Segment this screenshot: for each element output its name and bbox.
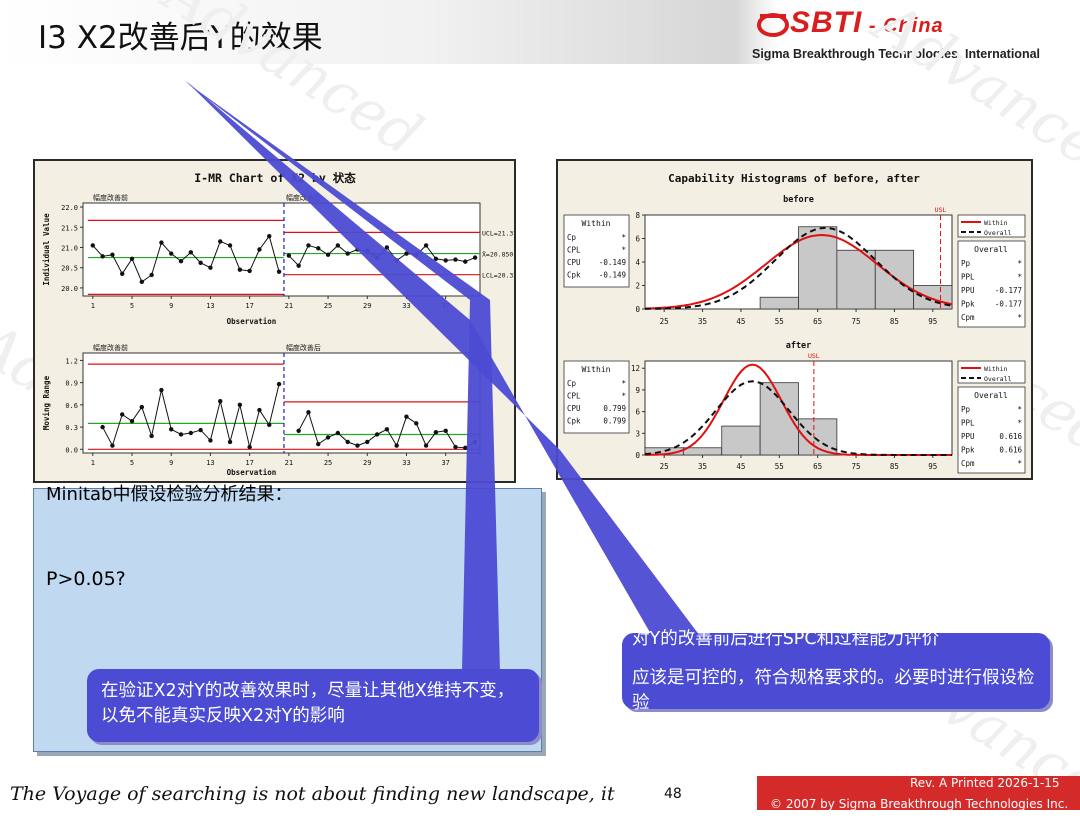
callout-right-title: 对Y的改善前后进行SPC和过程能力评价 xyxy=(632,629,940,649)
revision-text: Rev. A Printed 2026-1-15 xyxy=(910,776,1060,790)
footer-tagline: The Voyage of searching is not about fin… xyxy=(10,783,620,805)
copyright-text: © 2007 by Sigma Breakthrough Technologie… xyxy=(770,797,1069,811)
callout-left-text: 在验证X2对Y的改善效果时，尽量让其他X维持不变，以免不能真实反映X2对Y的影响 xyxy=(101,681,515,726)
callout-right: 对Y的改善前后进行SPC和过程能力评价 应该是可控的，符合规格要求的。必要时进行… xyxy=(622,629,1050,713)
callout-left: 在验证X2对Y的改善效果时，尽量让其他X维持不变，以免不能真实反映X2对Y的影响 xyxy=(87,669,539,742)
page-number: 48 xyxy=(664,786,682,802)
left-callout-pointer xyxy=(183,80,500,672)
right-callout-pointer xyxy=(185,80,700,636)
callout-right-text: 应该是可控的，符合规格要求的。必要时进行假设检验 xyxy=(632,668,1035,713)
